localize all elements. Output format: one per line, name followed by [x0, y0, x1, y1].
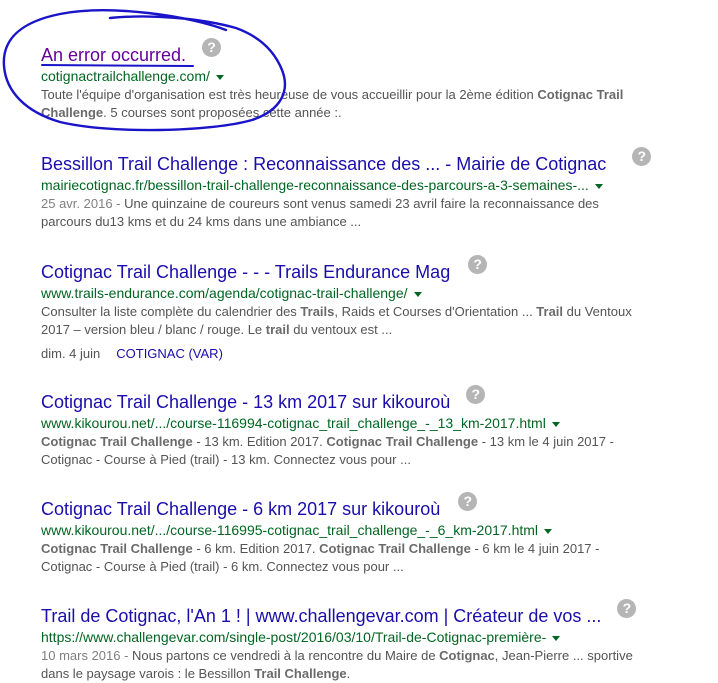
event-date: dim. 4 juin — [41, 346, 101, 361]
snippet-highlight: trail — [265, 322, 290, 337]
search-result: Cotignac Trail Challenge - 13 km 2017 su… — [41, 385, 661, 469]
help-icon[interactable]: ? — [466, 385, 486, 404]
snippet-text: Toute l'équipe d'organisation est très h… — [41, 87, 538, 102]
result-title-link[interactable]: An error occurred. — [41, 45, 186, 65]
snippet-highlight: Trails — [300, 304, 335, 319]
result-snippet: Consulter la liste complète du calendrie… — [41, 303, 641, 339]
result-url: www.trails-endurance.com/agenda/cotignac… — [41, 285, 661, 302]
result-url: https://www.challengevar.com/single-post… — [41, 629, 661, 646]
result-date: 10 mars 2016 - — [41, 648, 133, 663]
caret-down-icon[interactable] — [215, 74, 224, 80]
help-icon[interactable]: ? — [202, 38, 222, 57]
search-result: Trail de Cotignac, l'An 1 ! | www.challe… — [41, 599, 661, 683]
result-title-row: Bessillon Trail Challenge : Reconnaissan… — [41, 147, 661, 177]
result-title-row: Cotignac Trail Challenge - - - Trails En… — [41, 255, 661, 285]
caret-down-icon[interactable] — [551, 421, 560, 427]
snippet-highlight: Cotignac — [439, 648, 495, 663]
help-icon[interactable]: ? — [632, 147, 652, 166]
result-url: www.kikourou.net/.../course-116994-cotig… — [41, 415, 661, 432]
caret-down-icon[interactable] — [594, 183, 603, 189]
result-title-link[interactable]: Cotignac Trail Challenge - - - Trails En… — [41, 262, 450, 282]
snippet-text: Consulter la liste complète du calendrie… — [41, 304, 301, 319]
search-result: Cotignac Trail Challenge - 6 km 2017 sur… — [41, 492, 661, 576]
snippet-highlight: Trail Challenge — [254, 666, 347, 681]
result-title-link[interactable]: Trail de Cotignac, l'An 1 ! | www.challe… — [41, 606, 601, 626]
caret-down-icon[interactable] — [413, 291, 422, 297]
help-icon[interactable]: ? — [617, 599, 637, 618]
result-title-link[interactable]: Cotignac Trail Challenge - 6 km 2017 sur… — [41, 499, 440, 519]
snippet-highlight: Trail — [536, 304, 564, 319]
caret-down-icon[interactable] — [544, 528, 553, 534]
result-title-row: An error occurred.? — [41, 38, 661, 68]
snippet-text: du ventoux est ... — [289, 322, 393, 337]
search-result: Bessillon Trail Challenge : Reconnaissan… — [41, 147, 661, 231]
result-title-link[interactable]: Bessillon Trail Challenge : Reconnaissan… — [41, 154, 606, 174]
snippet-highlight: Challenge — [41, 105, 104, 120]
result-snippet: Cotignac Trail Challenge - 13 km. Editio… — [41, 433, 641, 469]
caret-down-icon[interactable] — [552, 635, 561, 641]
snippet-text: - 6 km. Edition 2017. — [192, 541, 320, 556]
result-snippet: Cotignac Trail Challenge - 6 km. Edition… — [41, 540, 641, 576]
result-snippet: 25 avr. 2016 - Une quinzaine de coureurs… — [41, 195, 641, 231]
snippet-highlight: Cotignac Trail Challenge — [41, 434, 193, 449]
search-result: Cotignac Trail Challenge - - - Trails En… — [41, 255, 661, 361]
event-meta: dim. 4 juin COTIGNAC (VAR) — [41, 346, 661, 361]
snippet-highlight: Cotignac Trail Challenge — [41, 541, 193, 556]
snippet-text: Une quinzaine de coureurs sont venus sam… — [41, 196, 599, 229]
event-location-link[interactable]: COTIGNAC (VAR) — [116, 346, 223, 361]
search-result: An error occurred.? cotignactrailchallen… — [41, 38, 661, 122]
snippet-text: . — [346, 666, 351, 681]
result-snippet: Toute l'équipe d'organisation est très h… — [41, 86, 641, 122]
result-title-row: Cotignac Trail Challenge - 6 km 2017 sur… — [41, 492, 661, 522]
result-title-link[interactable]: Cotignac Trail Challenge - 13 km 2017 su… — [41, 392, 450, 412]
snippet-text: Nous partons ce vendredi à la rencontre … — [132, 648, 440, 663]
help-icon[interactable]: ? — [468, 255, 488, 274]
snippet-highlight: Cotignac Trail — [537, 87, 624, 102]
result-title-row: Cotignac Trail Challenge - 13 km 2017 su… — [41, 385, 661, 415]
result-snippet: 10 mars 2016 - Nous partons ce vendredi … — [41, 647, 641, 683]
snippet-text: - 13 km. Edition 2017. — [192, 434, 327, 449]
snippet-highlight: Cotignac Trail Challenge — [319, 541, 471, 556]
result-url: www.kikourou.net/.../course-116995-cotig… — [41, 522, 661, 539]
result-title-row: Trail de Cotignac, l'An 1 ! | www.challe… — [41, 599, 661, 629]
result-url: mairiecotignac.fr/bessillon-trail-challe… — [41, 177, 661, 194]
snippet-highlight: Cotignac Trail Challenge — [326, 434, 479, 449]
result-date: 25 avr. 2016 - — [41, 196, 125, 211]
snippet-text: . 5 courses sont proposées cette année :… — [103, 105, 342, 120]
snippet-text: , Raids et Courses d'Orientation ... — [334, 304, 537, 319]
result-url: cotignactrailchallenge.com/ — [41, 68, 661, 85]
help-icon[interactable]: ? — [458, 492, 478, 511]
